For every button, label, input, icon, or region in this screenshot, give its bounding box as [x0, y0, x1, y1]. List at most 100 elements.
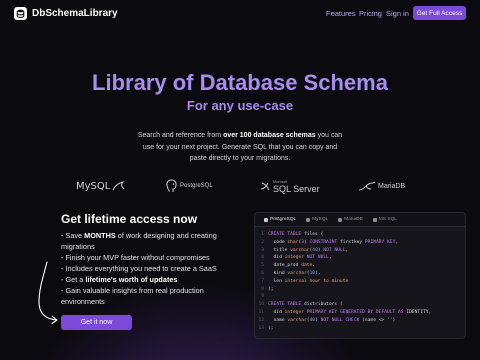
logo-mariadb: MariaDB [358, 174, 405, 198]
line-number: 2 [261, 239, 264, 245]
logo-mysql-text: MySQL [76, 180, 111, 192]
line-number: 12 [258, 317, 264, 323]
code-line: 1 CREATE TABLE files ( [255, 231, 465, 239]
line-number: 3 [261, 247, 264, 253]
brand-name: DbSchemaLibrary [32, 8, 118, 19]
code-token: char [287, 239, 299, 245]
code-line: 8); [255, 286, 465, 294]
code-token: NOT NULL [306, 255, 329, 261]
code-token: , [395, 239, 399, 245]
top-nav: DbSchemaLibrary Features Pricing Sign in… [0, 0, 480, 28]
line-number: 7 [261, 278, 264, 284]
mariadb-seal-icon [358, 181, 376, 191]
brand[interactable]: DbSchemaLibrary [14, 7, 118, 20]
code-token: , [328, 255, 332, 261]
tab-ms-sql[interactable]: MS SQL [368, 213, 402, 226]
code-token: varchar [290, 247, 310, 253]
db-tab-icon [264, 217, 268, 222]
code-line: 5 date_prod date, [255, 262, 465, 270]
offer-title: Get lifetime access now [61, 212, 198, 226]
code-token: did [268, 255, 285, 261]
line-number: 8 [261, 286, 264, 292]
line-number: 6 [261, 270, 264, 276]
code-preview-panel: PostgreSQL MySQL MariaDB MS SQL 1 CREATE TAB… [254, 212, 466, 339]
logo-sql-server: Microsoft SQL Server [259, 174, 320, 198]
benefits-list: - Save MONTHS of work designing and crea… [61, 230, 231, 307]
benefit-item: - Save MONTHS of work designing and crea… [61, 230, 231, 252]
nav-link-pricing[interactable]: Pricing [359, 9, 382, 18]
code-token: NOT NULL CHECK [320, 317, 360, 323]
benefit-item: - Gain valuable insights from real produ… [61, 285, 231, 307]
benefit-item: - Finish your MVP faster without comprom… [61, 252, 231, 263]
code-token: integer [284, 255, 304, 261]
code-token: PRIMARY KEY [364, 239, 396, 245]
code-line: 12 name varchar(40) NOT NULL CHECK (name… [255, 317, 465, 325]
code-token: name [268, 317, 288, 323]
code-token: CREATE TABLE [268, 302, 302, 308]
tab-label: PostgreSQL [270, 217, 297, 222]
code-token: ); [268, 325, 274, 331]
line-number: 9 [261, 294, 264, 300]
tab-postgresql[interactable]: PostgreSQL [259, 213, 301, 226]
logo-mysql: MySQL [76, 174, 126, 198]
code-token: title [268, 247, 291, 253]
desc-text-bold: over 100 database schemas [223, 132, 316, 139]
code-token: kind [268, 270, 288, 276]
code-token: IDENTITY, [403, 309, 432, 315]
tab-label: MySQL [312, 217, 329, 222]
line-number: 1 [261, 232, 264, 237]
tab-mariadb[interactable]: MariaDB [333, 213, 368, 226]
hero-description: Search and reference from over 100 datab… [134, 130, 346, 165]
benefit-text: - Get a [61, 275, 86, 284]
benefit-text: - Finish your MVP faster without comprom… [61, 253, 210, 262]
logo-postgresql: PostgreSQL [165, 174, 213, 198]
get-full-access-button[interactable]: Get Full Access [413, 6, 466, 20]
sql-server-icon [260, 182, 270, 191]
code-line: 4 did integer NOT NULL, [255, 254, 465, 262]
line-number: 11 [258, 309, 264, 315]
code-token: ), [315, 270, 321, 276]
logo-mariadb-text: MariaDB [378, 182, 406, 190]
benefit-text: - Gain valuable insights from real produ… [61, 286, 204, 306]
code-token: CREATE TABLE [268, 232, 302, 237]
code-token: date_prod [268, 263, 302, 269]
desc-text-pre: Search and reference from [137, 132, 224, 139]
code-line: 9 [255, 293, 465, 301]
code-token: varchar [287, 317, 307, 323]
code-block: 1 CREATE TABLE files (2 code char(3) CONS… [255, 227, 465, 332]
benefit-item: - Includes everything you need to create… [61, 263, 231, 274]
code-token: integer [284, 309, 304, 315]
dialect-tabs: PostgreSQL MySQL MariaDB MS SQL [255, 213, 465, 227]
logo-sql-server-text: SQL Server [273, 184, 320, 194]
code-token: interval hour to minute [284, 278, 349, 284]
logo-postgresql-text: PostgreSQL [180, 183, 213, 189]
code-token: (name <> '') [359, 317, 396, 323]
tab-label: MS SQL [378, 217, 397, 222]
code-token: files ( [301, 232, 324, 237]
tab-label: MariaDB [344, 217, 363, 222]
code-token: PRIMARY KEY GENERATED BY DEFAULT AS [306, 309, 404, 315]
get-it-now-button[interactable]: Get it now [61, 315, 132, 330]
db-tab-icon [338, 217, 343, 222]
benefit-bold: MONTHS [84, 231, 116, 240]
code-token: varchar [287, 270, 307, 276]
tab-mysql[interactable]: MySQL [301, 213, 333, 226]
code-token: len [268, 278, 285, 284]
code-line: 13); [255, 325, 465, 333]
arrow-icon [38, 261, 58, 325]
code-line: 7 len interval hour to minute [255, 278, 465, 286]
mysql-dolphin-icon [112, 181, 125, 191]
benefit-item: - Get a lifetime's worth of updates [61, 274, 231, 285]
code-token: did [268, 309, 285, 315]
line-number: 5 [261, 263, 264, 269]
nav-link-features[interactable]: Features [326, 9, 356, 18]
code-line: 11 did integer PRIMARY KEY GENERATED BY … [255, 309, 465, 317]
code-token: NOT NULL [323, 247, 346, 253]
code-token: distributors ( [301, 302, 343, 308]
code-line: 3 title varchar(40) NOT NULL, [255, 247, 465, 255]
benefit-text: - Save [61, 231, 85, 240]
code-token: code [268, 239, 288, 245]
code-token: , [345, 247, 349, 253]
nav-link-sign-in[interactable]: Sign in [386, 9, 409, 18]
code-line: 6 kind varchar(10), [255, 270, 465, 278]
